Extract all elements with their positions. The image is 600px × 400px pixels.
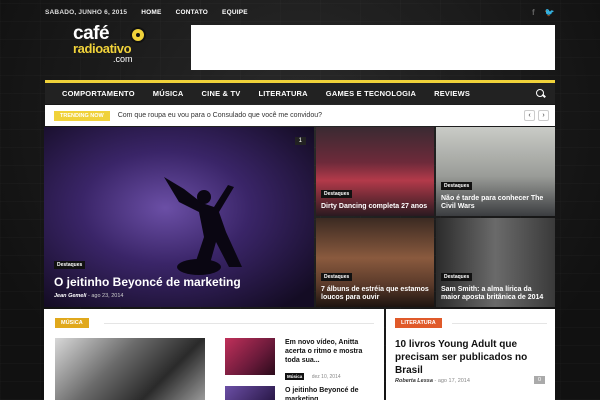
social-links: f 🐦 <box>532 8 555 17</box>
nav-item-comportamento[interactable]: COMPORTAMENTO <box>53 89 144 98</box>
top-nav: HOME CONTATO EQUIPE <box>141 9 260 16</box>
tile-category[interactable]: Destaques <box>441 273 473 281</box>
nav-item-musica[interactable]: MÚSICA <box>144 89 193 98</box>
tile-article[interactable]: Destaques Sam Smith: a alma lírica da ma… <box>436 218 555 307</box>
musica-section-tag[interactable]: MÚSICA <box>55 318 89 328</box>
literatura-section: LITERATURA 10 livros Young Adult que pre… <box>386 309 555 400</box>
tile-title[interactable]: Não é tarde para conhecer The Civil Wars <box>441 195 550 211</box>
nav-item-cine-tv[interactable]: CINE & TV <box>193 89 250 98</box>
comment-count-badge[interactable]: 0 <box>533 376 545 384</box>
section-divider <box>104 323 374 324</box>
musica-section: MÚSICA Em novo vídeo, Anitta acerta o ri… <box>44 309 384 400</box>
hero-author[interactable]: Jean Gemeli <box>54 293 86 299</box>
literatura-author[interactable]: Roberta Lessa <box>395 378 433 384</box>
trending-headline[interactable]: Com que roupa eu vou para o Consulado qu… <box>118 112 322 119</box>
hero-date: ago 23, 2014 <box>91 293 124 299</box>
search-icon[interactable] <box>536 88 546 99</box>
tile-title[interactable]: Dirty Dancing completa 27 anos <box>321 203 429 211</box>
site-logo[interactable]: café radioativo .com <box>73 24 153 70</box>
top-link-contato[interactable]: CONTATO <box>176 9 208 16</box>
facebook-icon[interactable]: f <box>532 8 535 17</box>
top-bar: SABADO, JUNHO 6, 2015 HOME CONTATO EQUIP… <box>45 0 555 24</box>
hero-slide-count: 1 <box>294 137 306 145</box>
header-ad-banner[interactable] <box>191 25 555 70</box>
trending-arrows: ‹ › <box>524 110 549 121</box>
hero-title[interactable]: O jeitinho Beyoncé de marketing <box>54 275 241 289</box>
tile-title[interactable]: Sam Smith: a alma lírica da maior aposta… <box>441 286 550 302</box>
list-item-thumbnail[interactable] <box>225 386 275 400</box>
logo-line-3: .com <box>113 54 133 64</box>
hero-caption: Destaques O jeitinho Beyoncé de marketin… <box>54 253 241 299</box>
section-divider <box>452 323 547 324</box>
list-item-title[interactable]: Em novo vídeo, Anitta acerta o ritmo e m… <box>285 338 377 365</box>
tile-category[interactable]: Destaques <box>321 190 353 198</box>
nav-item-literatura[interactable]: LITERATURA <box>249 89 316 98</box>
list-item-badge[interactable]: Música <box>285 373 305 380</box>
tile-article[interactable]: Destaques Dirty Dancing completa 27 anos <box>316 127 434 216</box>
tile-category[interactable]: Destaques <box>441 182 473 190</box>
musica-featured-image[interactable] <box>55 338 205 400</box>
tile-article[interactable]: Destaques Não é tarde para conhecer The … <box>436 127 555 216</box>
top-link-home[interactable]: HOME <box>141 9 161 16</box>
literatura-section-tag[interactable]: LITERATURA <box>395 318 442 328</box>
twitter-icon[interactable]: 🐦 <box>545 8 555 17</box>
literatura-article-meta: Roberta Lessa - ago 17, 2014 0 <box>395 376 545 384</box>
trending-prev-button[interactable]: ‹ <box>524 110 535 121</box>
nav-item-reviews[interactable]: REVIEWS <box>425 89 479 98</box>
trending-bar: TRENDING NOW Com que roupa eu vou para o… <box>45 105 555 126</box>
literatura-article-title[interactable]: 10 livros Young Adult que precisam ser p… <box>395 338 545 377</box>
list-item-thumbnail[interactable] <box>225 338 275 375</box>
current-date: SABADO, JUNHO 6, 2015 <box>45 8 128 16</box>
radioactive-icon <box>130 27 146 43</box>
hero-category[interactable]: Destaques <box>54 261 86 269</box>
hero-article[interactable]: 1 Destaques O jeitinho Beyoncé de market… <box>44 127 314 307</box>
list-item-title[interactable]: O jeitinho Beyoncé de marketing <box>285 386 377 400</box>
list-item-date: dez 10, 2014 <box>311 374 341 380</box>
nav-item-games[interactable]: GAMES E TECNOLOGIA <box>317 89 425 98</box>
trending-next-button[interactable]: › <box>538 110 549 121</box>
tile-title[interactable]: 7 álbuns de estréia que estamos loucos p… <box>321 286 429 302</box>
tile-article[interactable]: Destaques 7 álbuns de estréia que estamo… <box>316 218 434 307</box>
hero-meta: Jean Gemeli - ago 23, 2014 <box>54 293 124 299</box>
tile-category[interactable]: Destaques <box>321 273 353 281</box>
literatura-date: ago 17, 2014 <box>437 378 470 384</box>
main-nav: COMPORTAMENTO MÚSICA CINE & TV LITERATUR… <box>45 80 555 104</box>
trending-tag: TRENDING NOW <box>54 110 110 121</box>
top-link-equipe[interactable]: EQUIPE <box>222 9 248 16</box>
